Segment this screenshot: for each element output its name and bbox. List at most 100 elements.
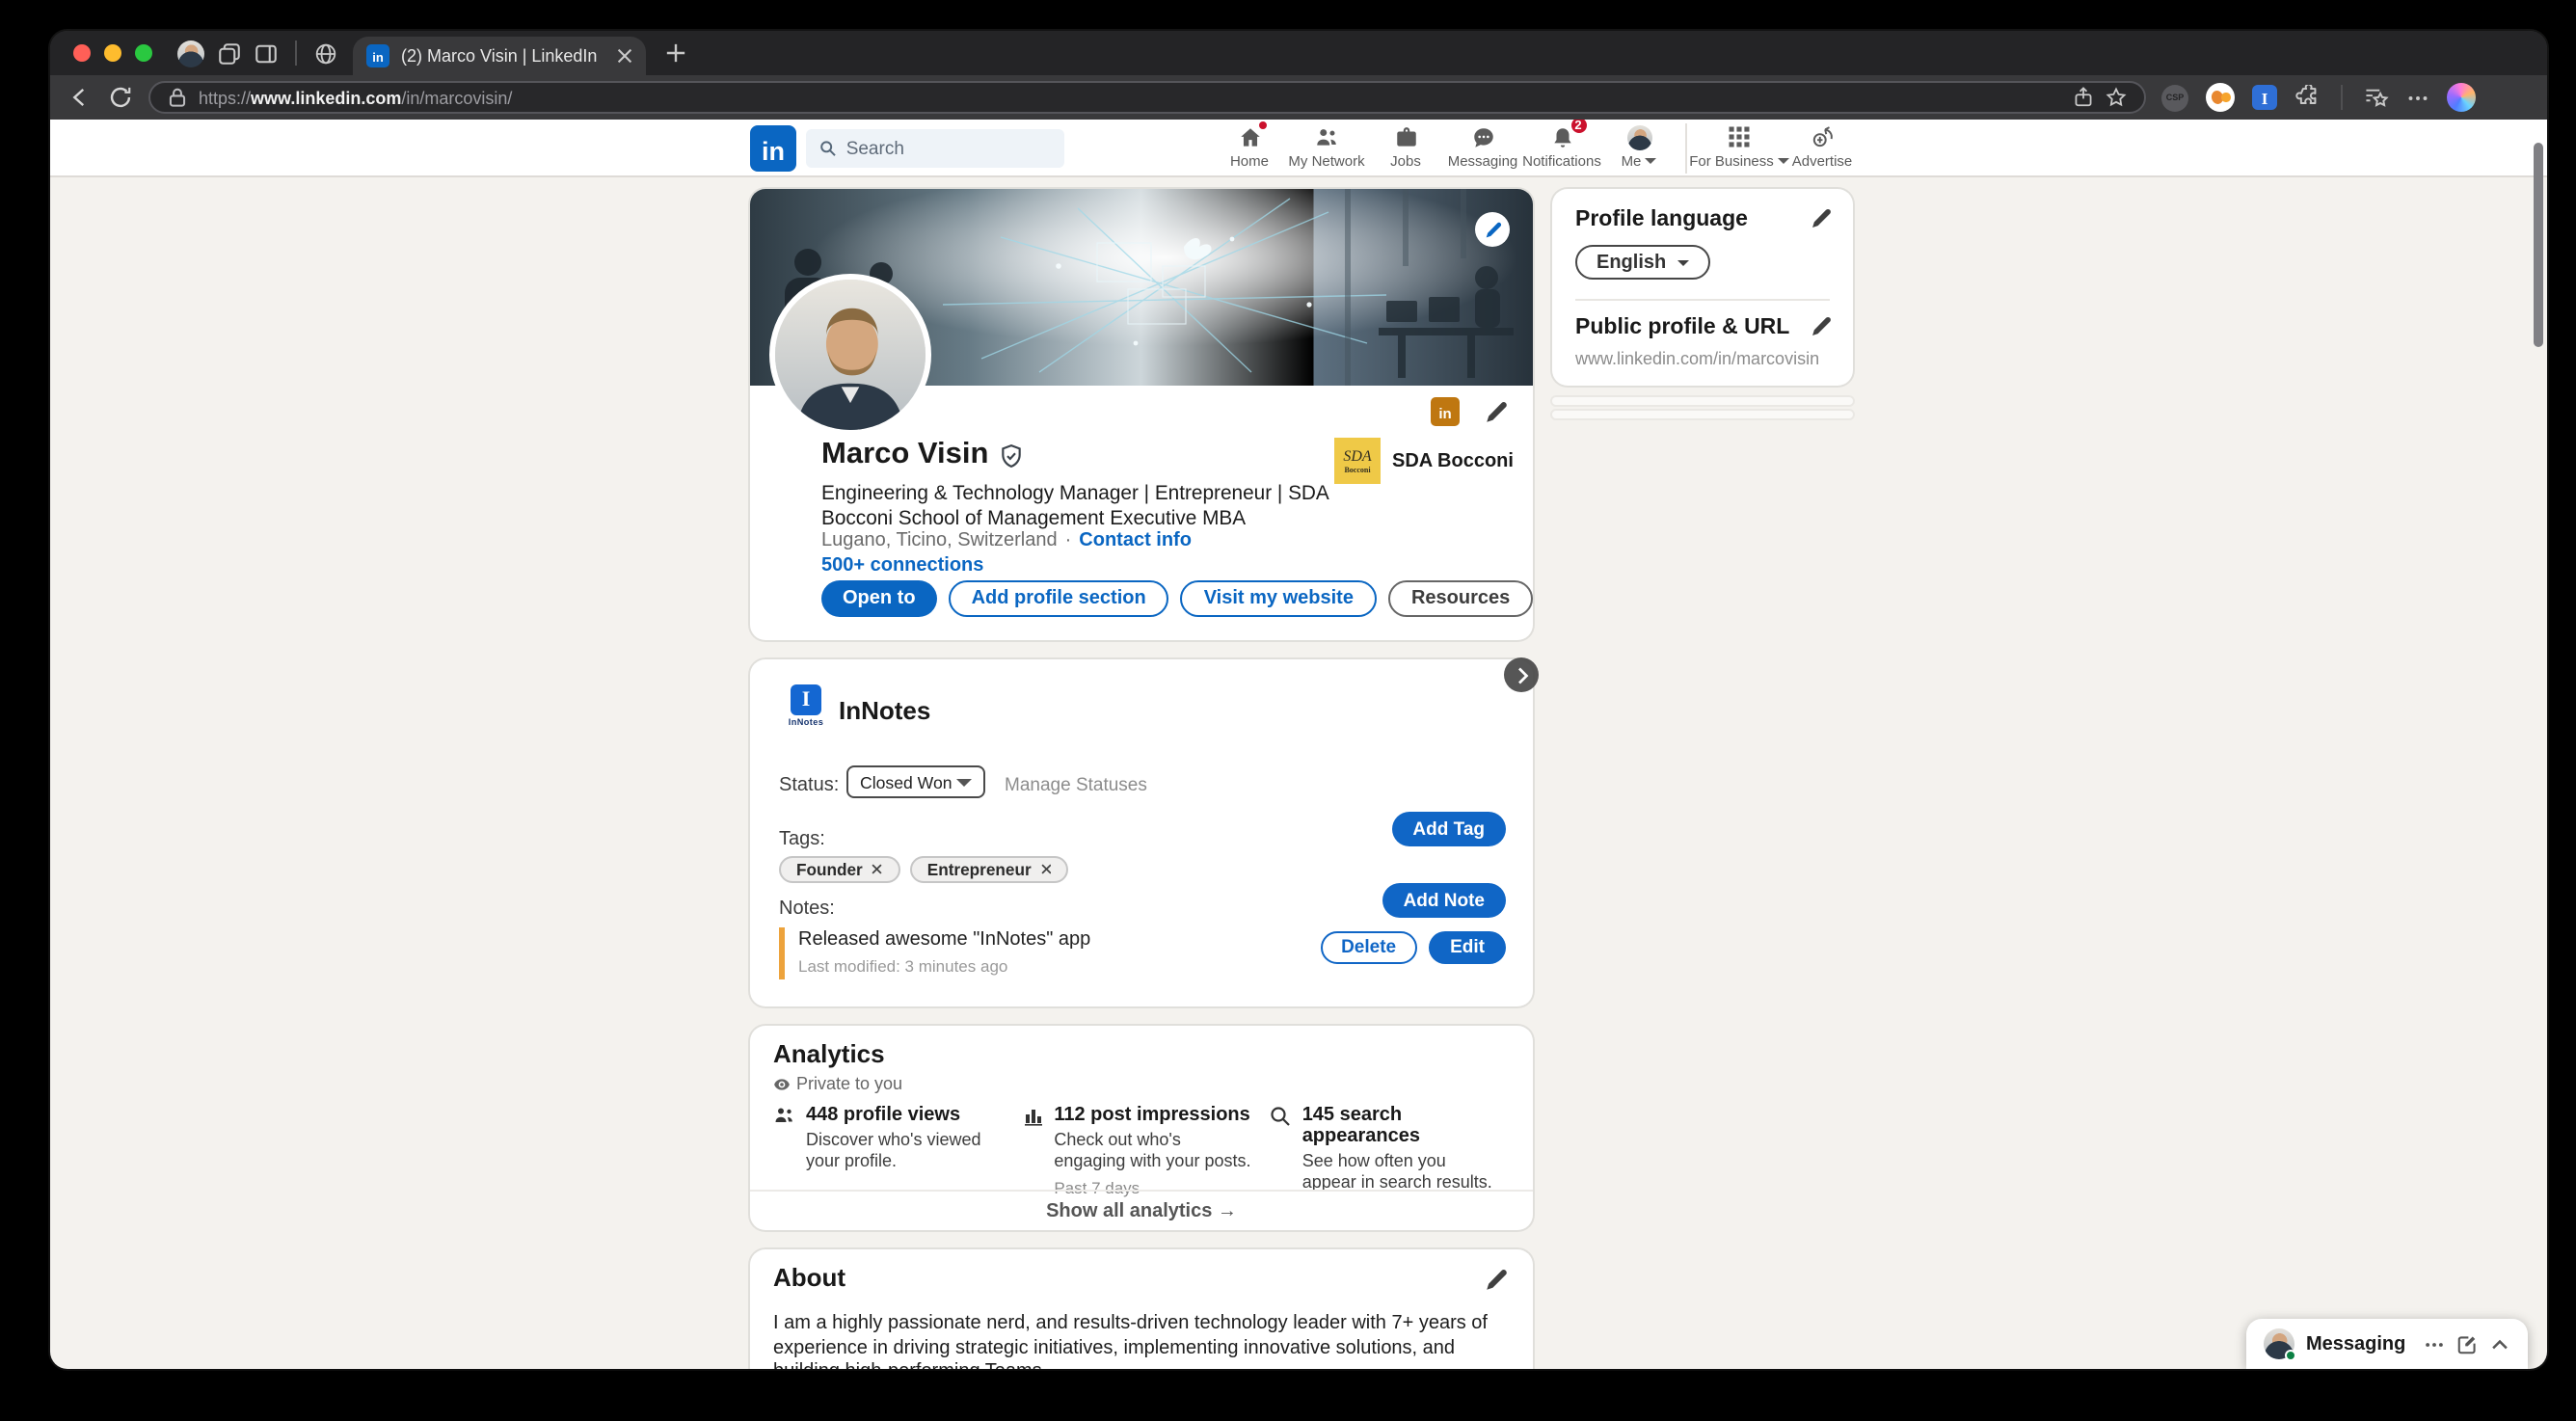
compose-message-icon[interactable] [2456,1333,2478,1354]
active-tab[interactable]: in (2) Marco Visin | LinkedIn [353,37,646,75]
linkedin-logo[interactable]: in [750,125,796,172]
my-network-icon [1313,123,1340,150]
analytics-title: Analytics [773,1039,885,1068]
eye-icon [773,1075,791,1092]
add-note-button[interactable]: Add Note [1382,883,1506,918]
delete-note-button[interactable]: Delete [1320,931,1417,964]
nav-jobs[interactable]: Jobs [1363,123,1448,175]
sidebar-divider [1575,299,1830,301]
globe-icon[interactable] [314,41,337,65]
address-bar[interactable]: https://www.linkedin.com/in/marcovisin/ [148,81,2146,114]
post-impressions-stat[interactable]: 112 post impressions Check out who's eng… [1021,1105,1269,1197]
sidebar-panel-icon[interactable] [255,41,278,65]
browser-tab-bar: in (2) Marco Visin | LinkedIn [50,31,2547,75]
messaging-dock[interactable]: Messaging [2246,1319,2528,1369]
profile-name: Marco Visin [821,438,988,472]
close-tab-icon[interactable] [617,48,632,64]
about-edit-button[interactable] [1485,1269,1508,1292]
profile-edit-button[interactable] [1485,400,1508,423]
note-actions: Delete Edit [1320,931,1506,964]
lock-icon [168,87,187,108]
chevron-down-icon [1645,158,1656,164]
search-appearances-stat[interactable]: 145 search appearances See how often you… [1270,1105,1517,1197]
resources-button[interactable]: Resources [1388,580,1533,617]
current-company[interactable]: SDA Bocconi SDA Bocconi [1334,438,1514,484]
show-all-analytics-link[interactable]: Show all analytics → [750,1190,1533,1230]
innotes-extension-icon[interactable]: I [2252,85,2277,110]
csp-extension-icon[interactable]: CSP [2161,84,2188,111]
tab-groups-icon[interactable] [218,41,241,65]
edit-note-button[interactable]: Edit [1429,931,1506,964]
favorites-list-icon[interactable] [2364,85,2389,110]
edit-public-url-button[interactable] [1811,316,1832,337]
favorite-star-icon[interactable] [2106,87,2127,108]
nav-me[interactable]: Me [1597,123,1681,175]
banner-edit-button[interactable] [1475,212,1510,247]
edit-language-button[interactable] [1811,208,1832,229]
nav-divider [1685,123,1687,174]
chevron-down-icon [956,778,972,786]
people-icon [773,1105,796,1128]
search-icon [819,139,837,158]
zoom-window-button[interactable] [135,44,152,62]
minimize-window-button[interactable] [104,44,121,62]
innotes-card: I InNotes InNotes Status: Closed Won Man… [750,659,1533,1006]
remove-tag-icon[interactable] [872,865,883,875]
nav-for-business[interactable]: For Business [1689,123,1789,175]
chevron-up-icon[interactable] [2489,1333,2510,1354]
new-tab-button[interactable] [665,31,686,75]
add-tag-button[interactable]: Add Tag [1391,812,1506,846]
messaging-menu-icon[interactable] [2424,1333,2445,1354]
back-icon[interactable] [67,85,93,110]
remove-tag-icon[interactable] [1041,865,1052,875]
copilot-icon[interactable] [2447,83,2476,112]
verified-shield-icon[interactable] [998,442,1023,468]
extensions-puzzle-icon[interactable] [2294,85,2320,110]
extensions-row: CSP I [2161,83,2476,112]
add-profile-section-button[interactable]: Add profile section [949,580,1169,617]
page-scrollbar[interactable] [2534,143,2543,347]
search-icon [1270,1105,1293,1128]
profile-views-stat[interactable]: 448 profile views Discover who's viewed … [773,1105,1021,1197]
share-icon[interactable] [2073,87,2094,108]
analytics-private: Private to you [773,1074,902,1093]
name-row: Marco Visin [821,438,1023,472]
status-label: Status: [779,775,839,796]
nav-messaging[interactable]: Messaging [1440,123,1525,175]
profile-location: Lugano, Ticino, Switzerland [821,530,1058,551]
tab-title: (2) Marco Visin | LinkedIn [401,46,605,66]
chevron-right-icon [1515,666,1528,684]
pencil-icon [1811,316,1832,337]
home-badge-dot [1256,120,1268,131]
browser-menu-icon[interactable] [2406,86,2429,109]
reload-icon[interactable] [108,85,133,110]
search-box[interactable] [806,129,1064,168]
toolbar-divider [2341,85,2343,110]
orange-extension-icon[interactable] [2206,83,2235,112]
carousel-next-button[interactable] [1504,657,1539,692]
language-dropdown[interactable]: English [1575,245,1710,280]
messaging-label: Messaging [2306,1333,2412,1354]
profile-badge-row: in [1431,397,1508,426]
nav-notifications[interactable]: 2 Notifications [1519,123,1604,175]
contact-info-link[interactable]: Contact info [1079,530,1192,551]
sda-bocconi-logo: SDA Bocconi [1334,438,1381,484]
profile-photo[interactable] [769,274,931,436]
tag-entrepreneur[interactable]: Entrepreneur [910,856,1069,883]
close-window-button[interactable] [73,44,91,62]
status-dropdown[interactable]: Closed Won [846,765,985,798]
nav-home[interactable]: Home [1207,123,1292,175]
connections-link[interactable]: 500+ connections [821,555,983,576]
manage-statuses-link[interactable]: Manage Statuses [1005,775,1147,796]
open-to-button[interactable]: Open to [821,580,937,617]
nav-my-network[interactable]: My Network [1284,123,1369,175]
profile-headline: Engineering & Technology Manager | Entre… [821,482,1377,532]
tab-bar-divider [295,40,297,66]
search-input[interactable] [846,138,1051,159]
desktop: in (2) Marco Visin | LinkedIn https://ww… [0,0,2576,1421]
linkedin-favicon: in [366,44,389,67]
browser-profile-avatar[interactable] [177,40,204,67]
tag-founder[interactable]: Founder [779,856,900,883]
visit-my-website-button[interactable]: Visit my website [1181,580,1377,617]
nav-advertise[interactable]: Advertise [1778,123,1866,175]
